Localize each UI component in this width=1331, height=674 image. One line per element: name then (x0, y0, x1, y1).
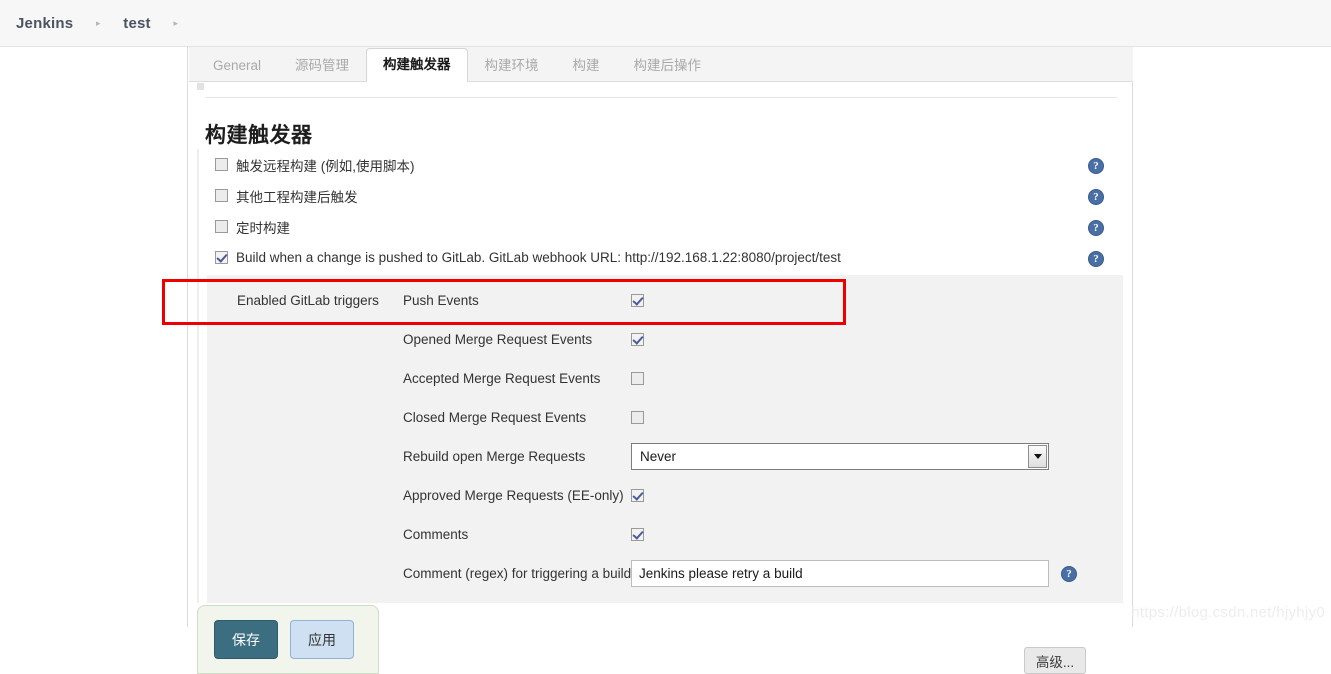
gitlab-row-comment-regex: Comment (regex) for triggering a build ? (215, 554, 1123, 593)
help-icon-gitlab-webhook[interactable]: ? (1088, 251, 1104, 267)
gitlab-row-accepted-merge-request-events: Accepted Merge Request Events (215, 359, 1123, 398)
checkbox-approved-merge-requests[interactable] (631, 489, 644, 502)
trigger-row-after-other-projects[interactable]: 其他工程构建后触发 (207, 180, 1127, 211)
trigger-row-scheduled-build[interactable]: 定时构建 (207, 211, 1127, 242)
config-tab-bar: General 源码管理 构建触发器 构建环境 构建 构建后操作 (189, 47, 1133, 82)
checkbox-trigger-gitlab-webhook[interactable] (215, 251, 228, 264)
page-title: 构建触发器 (205, 124, 313, 148)
advanced-button[interactable]: 高级... (1024, 647, 1086, 674)
select-rebuild-open-merge-requests[interactable]: Never (631, 443, 1049, 470)
input-comment-regex[interactable] (631, 560, 1049, 587)
help-icon-remote-build[interactable]: ? (1088, 158, 1104, 174)
breadcrumb-bar: Jenkins ▸ test ▸ (0, 0, 1331, 47)
tab-build-environment[interactable]: 构建环境 (468, 49, 556, 82)
watermark: https://blog.csdn.net/hjyhjy0 (1131, 604, 1325, 621)
trigger-list: 触发远程构建 (例如,使用脚本) 其他工程构建后触发 定时构建 Build wh… (197, 149, 1127, 603)
trigger-row-remote-build[interactable]: 触发远程构建 (例如,使用脚本) (207, 149, 1127, 180)
gitlab-row-comments: Comments (215, 515, 1123, 554)
gitlab-control-accepted-merge-request-events (631, 372, 644, 385)
gitlab-row-opened-merge-request-events: Opened Merge Request Events (215, 320, 1123, 359)
breadcrumb-item-jenkins[interactable]: Jenkins (10, 15, 79, 32)
gitlab-label-push-events: Push Events (403, 293, 479, 308)
checkbox-opened-merge-request-events[interactable] (631, 333, 644, 346)
chevron-down-icon[interactable] (1028, 445, 1047, 468)
trigger-label-after-other-projects: 其他工程构建后触发 (236, 189, 358, 205)
breadcrumb-item-test[interactable]: test (117, 15, 156, 32)
checkbox-comments[interactable] (631, 528, 644, 541)
gitlab-section-label: Enabled GitLab triggers (237, 293, 379, 308)
left-rail (0, 47, 188, 627)
breadcrumb-separator-icon: ▸ (96, 17, 101, 28)
gitlab-control-rebuild-open-merge-requests: Never (631, 443, 1049, 470)
help-icon-scheduled-build[interactable]: ? (1088, 220, 1104, 236)
gitlab-row-push-events: Enabled GitLab triggers Push Events (215, 281, 1123, 320)
checkbox-trigger-remote-build[interactable] (215, 158, 228, 171)
trigger-label-remote-build: 触发远程构建 (例如,使用脚本) (236, 158, 415, 174)
gitlab-label-approved-merge-requests: Approved Merge Requests (EE-only) (403, 488, 624, 503)
checkbox-push-events[interactable] (631, 294, 644, 307)
page-body: General 源码管理 构建触发器 构建环境 构建 构建后操作 构建触发器 触… (0, 47, 1331, 674)
gitlab-control-closed-merge-request-events (631, 411, 644, 424)
gitlab-row-approved-merge-requests: Approved Merge Requests (EE-only) (215, 476, 1123, 515)
gitlab-label-rebuild-open-merge-requests: Rebuild open Merge Requests (403, 449, 586, 464)
save-bar: 保存 应用 (197, 605, 379, 674)
gitlab-label-accepted-merge-request-events: Accepted Merge Request Events (403, 371, 601, 386)
gitlab-row-closed-merge-request-events: Closed Merge Request Events (215, 398, 1123, 437)
trigger-label-scheduled-build: 定时构建 (236, 220, 290, 236)
gitlab-control-opened-merge-request-events (631, 333, 644, 346)
gitlab-control-comments (631, 528, 644, 541)
gitlab-triggers-panel: Enabled GitLab triggers Push Events Open… (207, 275, 1123, 603)
gitlab-control-approved-merge-requests (631, 489, 644, 502)
section-divider (205, 97, 1117, 98)
tab-general[interactable]: General (196, 49, 278, 82)
gitlab-row-rebuild-open-merge-requests: Rebuild open Merge Requests Never (215, 437, 1123, 476)
help-icon-after-other-projects[interactable]: ? (1088, 189, 1104, 205)
gitlab-label-comment-regex: Comment (regex) for triggering a build (403, 566, 632, 581)
trigger-row-gitlab-webhook[interactable]: Build when a change is pushed to GitLab.… (207, 242, 1127, 273)
gitlab-control-comment-regex: ? (631, 560, 1077, 587)
gitlab-control-push-events (631, 294, 644, 307)
save-button[interactable]: 保存 (214, 620, 278, 659)
tab-source-management[interactable]: 源码管理 (278, 49, 366, 82)
trigger-label-gitlab-webhook: Build when a change is pushed to GitLab.… (236, 250, 841, 265)
select-rebuild-value: Never (640, 449, 677, 464)
build-triggers-form: 触发远程构建 (例如,使用脚本) 其他工程构建后触发 定时构建 Build wh… (197, 149, 1127, 603)
checkbox-trigger-scheduled-build[interactable] (215, 220, 228, 233)
gitlab-label-opened-merge-request-events: Opened Merge Request Events (403, 332, 593, 347)
breadcrumb-separator-icon: ▸ (173, 17, 179, 28)
tab-bar-nub (197, 83, 204, 90)
job-config-panel: General 源码管理 构建触发器 构建环境 构建 构建后操作 构建触发器 触… (189, 47, 1133, 627)
checkbox-accepted-merge-request-events[interactable] (631, 372, 644, 385)
checkbox-closed-merge-request-events[interactable] (631, 411, 644, 424)
gitlab-label-comments: Comments (403, 527, 469, 542)
tab-post-build-actions[interactable]: 构建后操作 (617, 49, 719, 82)
tab-build[interactable]: 构建 (556, 49, 617, 82)
tab-build-triggers[interactable]: 构建触发器 (366, 48, 468, 82)
apply-button[interactable]: 应用 (290, 620, 354, 659)
gitlab-label-closed-merge-request-events: Closed Merge Request Events (403, 410, 587, 425)
help-icon[interactable]: ? (1061, 565, 1077, 582)
checkbox-trigger-after-other-projects[interactable] (215, 189, 228, 202)
